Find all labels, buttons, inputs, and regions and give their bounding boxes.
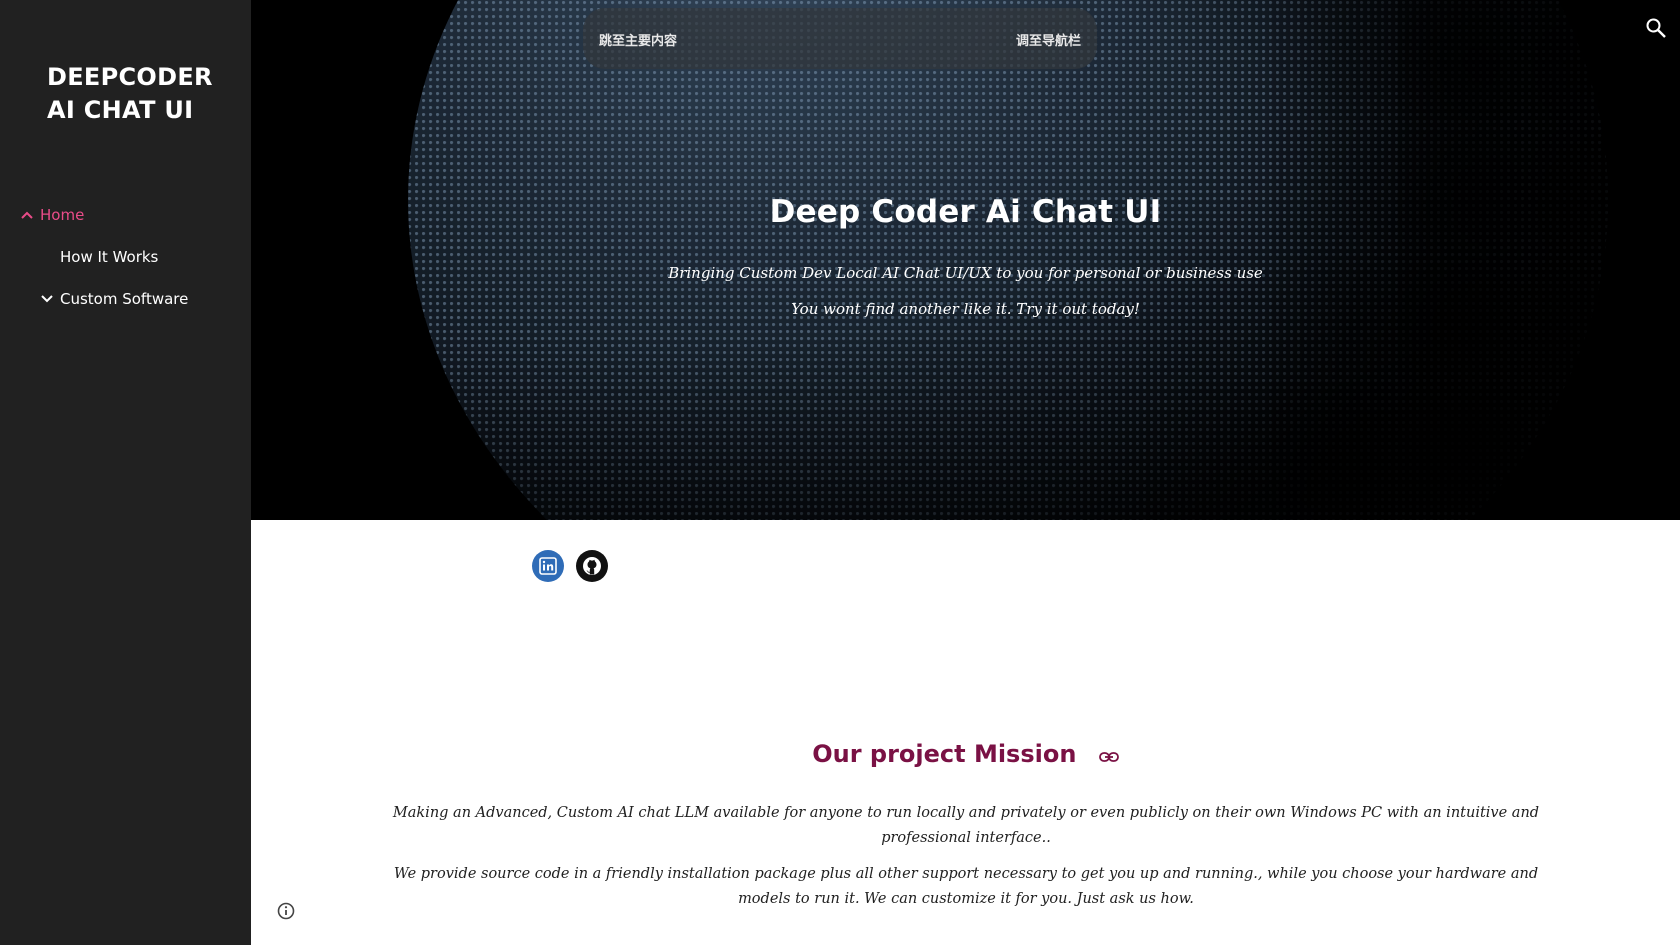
sidebar: DEEPCODER AI CHAT UI Home How It Works C… [0,0,251,945]
mission-heading: Our project Mission [251,740,1680,769]
mission-paragraph-2: We provide source code in a friendly ins… [393,866,1539,907]
sidebar-item-label: Home [40,206,85,224]
info-icon[interactable] [276,901,296,921]
mission-title: Our project Mission [812,740,1077,768]
sidebar-item-how-it-works[interactable]: How It Works [0,236,251,278]
link-icon[interactable] [1098,741,1119,769]
sidebar-item-label: Custom Software [60,290,189,308]
linkedin-icon[interactable] [532,550,564,582]
hero-subtitle-line2: You wont find another like it. Try it ou… [791,300,1140,318]
social-links [532,550,608,582]
site-title-line2: AI CHAT UI [47,96,194,124]
chevron-down-icon[interactable] [40,292,54,306]
sidebar-item-custom-software[interactable]: Custom Software [0,278,251,320]
skip-to-nav-link[interactable]: 调至导航栏 [1016,30,1081,49]
skip-links-bar: 跳至主要内容 调至导航栏 [583,8,1097,69]
mission-paragraph-1: Making an Advanced, Custom AI chat LLM a… [392,805,1540,846]
sidebar-item-home[interactable]: Home [0,194,251,236]
chevron-up-icon[interactable] [20,208,34,222]
main-content: 跳至主要内容 调至导航栏 Deep Coder Ai Chat UI Bring… [251,0,1680,945]
hero-banner: 跳至主要内容 调至导航栏 Deep Coder Ai Chat UI Bring… [251,0,1680,520]
hero-overlay [251,0,1680,520]
sidebar-item-label: How It Works [60,248,159,266]
site-title-line1: DEEPCODER [47,63,213,91]
search-icon[interactable] [1644,16,1668,40]
github-icon[interactable] [576,550,608,582]
sidebar-nav: Home How It Works Custom Software [0,194,251,320]
site-title[interactable]: DEEPCODER AI CHAT UI [47,61,237,127]
hero-subtitle-line1: Bringing Custom Dev Local AI Chat UI/UX … [668,264,1263,282]
hero-title: Deep Coder Ai Chat UI [769,194,1162,230]
skip-to-main-link[interactable]: 跳至主要内容 [599,30,677,49]
